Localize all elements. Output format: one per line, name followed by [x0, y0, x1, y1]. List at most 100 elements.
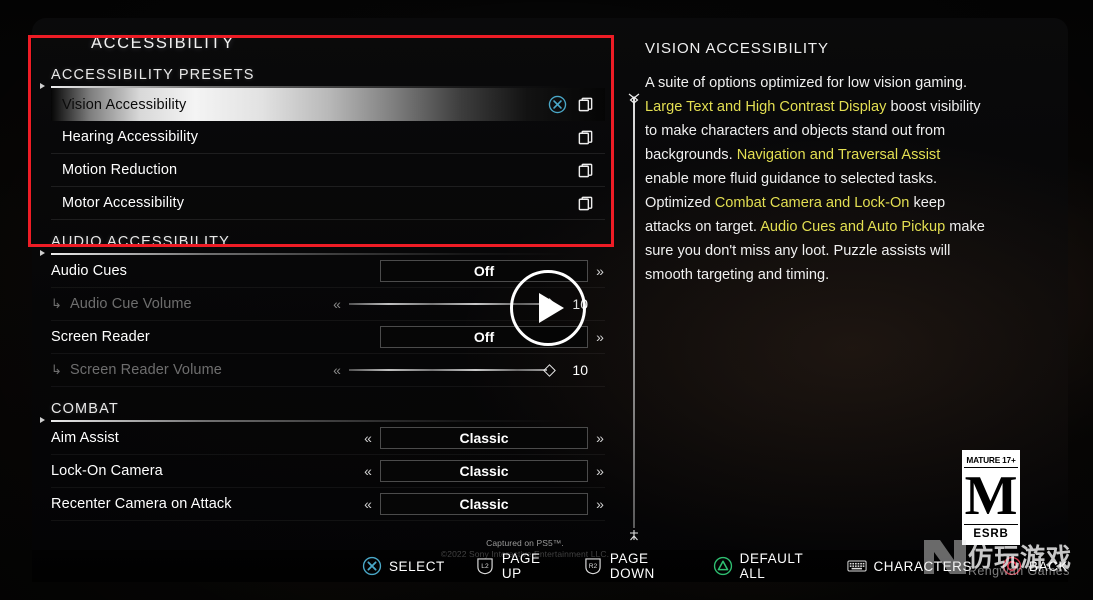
preset-row[interactable]: Motor Accessibility [51, 187, 605, 220]
option-value[interactable]: Classic [380, 493, 588, 515]
setting-label: Aim Assist [51, 430, 119, 446]
hint-label: CHARACTERS [873, 558, 973, 574]
preset-label: Motion Reduction [62, 162, 178, 178]
esrb-rating-badge: MATURE 17+ M ESRB [962, 450, 1020, 545]
esrb-logo-text: ESRB [964, 524, 1018, 543]
decrement-arrow[interactable]: « [363, 464, 373, 478]
setting-label-text: Recenter Camera on Attack [51, 496, 232, 512]
hint-default-all[interactable]: DEFAULT ALL [713, 551, 817, 581]
play-icon[interactable] [510, 270, 586, 346]
settings-column: ACCESSIBILITY ACCESSIBILITY PRESETS Visio… [20, 22, 605, 532]
preset-label: Vision Accessibility [62, 96, 187, 113]
decrement-arrow[interactable]: « [363, 497, 373, 511]
description-text: A suite of options optimized for low vis… [645, 75, 968, 91]
copy-icon [578, 196, 593, 210]
svg-text:L2: L2 [481, 563, 489, 570]
description-title: VISION ACCESSIBILITY [645, 40, 829, 57]
preset-row[interactable]: Hearing Accessibility [51, 121, 605, 154]
preset-row-icons[interactable] [548, 95, 605, 114]
description-highlight: Navigation and Traversal Assist [736, 147, 941, 163]
setting-label: ↳ Screen Reader Volume [51, 362, 222, 378]
setting-label-text: Screen Reader [51, 329, 150, 345]
increment-arrow[interactable]: » [595, 330, 605, 344]
r2-trigger-icon: R2 [585, 558, 601, 575]
l2-trigger-icon: L2 [477, 558, 493, 575]
page-title: ACCESSIBILITY [91, 34, 235, 52]
scrollbar-track [633, 98, 635, 528]
option-value[interactable]: Classic [380, 427, 588, 449]
ps-cross-icon [362, 556, 382, 576]
description-highlight: Large Text and High Contrast Display [645, 99, 887, 115]
increment-arrow[interactable]: » [595, 431, 605, 445]
hint-label: PAGE UP [501, 551, 541, 581]
setting-row[interactable]: Aim Assist « Classic » [51, 422, 605, 455]
description-body: A suite of options optimized for low vis… [645, 71, 985, 287]
section-marker-icon [40, 417, 45, 423]
copy-icon [578, 163, 593, 177]
section-title: COMBAT [51, 401, 119, 417]
section-title: ACCESSIBILITY PRESETS [51, 67, 255, 83]
decrement-arrow[interactable]: « [332, 363, 342, 377]
volume-slider[interactable] [349, 359, 557, 381]
section-marker-icon [40, 83, 45, 89]
setting-label-text: Audio Cue Volume [70, 296, 192, 312]
hint-page-up[interactable]: L2 PAGE UP [475, 551, 553, 581]
setting-control[interactable]: « 10 [332, 359, 605, 381]
hint-label: PAGE DOWN [609, 551, 655, 581]
hint-characters[interactable]: CHARACTERS [846, 556, 973, 576]
sub-setting-icon: ↳ [51, 296, 62, 311]
esrb-rating-letter: M [964, 465, 1018, 527]
decrement-arrow[interactable]: « [332, 297, 342, 311]
preset-row[interactable]: Motion Reduction [51, 154, 605, 187]
setting-row[interactable]: ↳ Screen Reader Volume « 10 [51, 354, 605, 387]
setting-label-text: Audio Cues [51, 263, 127, 279]
increment-arrow[interactable]: » [595, 464, 605, 478]
decrement-arrow[interactable]: « [363, 431, 373, 445]
section-marker-icon [40, 250, 45, 256]
setting-label-text: Screen Reader Volume [70, 362, 222, 378]
hint-label: DEFAULT ALL [739, 551, 804, 581]
increment-arrow[interactable]: » [595, 264, 605, 278]
keyboard-icon [846, 560, 867, 572]
hint-select[interactable]: SELECT [362, 556, 445, 576]
section-title: AUDIO ACCESSIBILITY [51, 234, 230, 250]
preset-label: Hearing Accessibility [62, 129, 199, 145]
slider-value: 10 [572, 362, 588, 378]
preset-row-icons[interactable] [577, 129, 605, 146]
setting-row[interactable]: Lock-On Camera « Classic » [51, 455, 605, 488]
setting-control[interactable]: « Classic » [363, 427, 605, 449]
hint-back[interactable]: BACK [1002, 556, 1068, 576]
setting-label: Recenter Camera on Attack [51, 496, 232, 512]
copy-icon [578, 130, 593, 144]
setting-control[interactable]: « Classic » [363, 493, 605, 515]
setting-control[interactable]: « Classic » [363, 460, 605, 482]
setting-label: Screen Reader [51, 329, 150, 345]
sub-setting-icon: ↳ [51, 362, 62, 377]
section-header: AUDIO ACCESSIBILITY [20, 234, 605, 256]
setting-label: Audio Cues [51, 263, 127, 279]
description-highlight: Audio Cues and Auto Pickup [760, 219, 946, 235]
vertical-scrollbar[interactable] [627, 88, 641, 541]
ps-triangle-icon [713, 556, 732, 576]
setting-label-text: Aim Assist [51, 430, 119, 446]
captured-line-1: Captured on PS5™. [486, 538, 564, 548]
option-value[interactable]: Classic [380, 460, 588, 482]
preset-row-icons[interactable] [577, 162, 605, 179]
scrollbar-thumb[interactable] [628, 92, 640, 104]
section-header: ACCESSIBILITY PRESETS [20, 67, 605, 89]
setting-label: Lock-On Camera [51, 463, 163, 479]
setting-row[interactable]: Recenter Camera on Attack « Classic » [51, 488, 605, 521]
hint-page-down[interactable]: R2 PAGE DOWN [583, 551, 683, 581]
copy-icon [578, 97, 593, 112]
controller-hint-bar: SELECT L2 PAGE UP R2 PAGE DOWN DEFAULT ALL CHA… [32, 550, 1068, 582]
section-header: COMBAT [20, 401, 605, 423]
preset-row-icons[interactable] [577, 195, 605, 212]
preset-row[interactable]: Vision Accessibility [51, 88, 605, 121]
ps-circle-icon [1002, 556, 1022, 576]
slider-thumb[interactable] [543, 363, 556, 377]
play-triangle [538, 293, 564, 323]
description-highlight: Combat Camera and Lock-On [714, 195, 910, 211]
svg-text:R2: R2 [589, 563, 598, 570]
increment-arrow[interactable]: » [595, 497, 605, 511]
slider-track [349, 369, 547, 371]
